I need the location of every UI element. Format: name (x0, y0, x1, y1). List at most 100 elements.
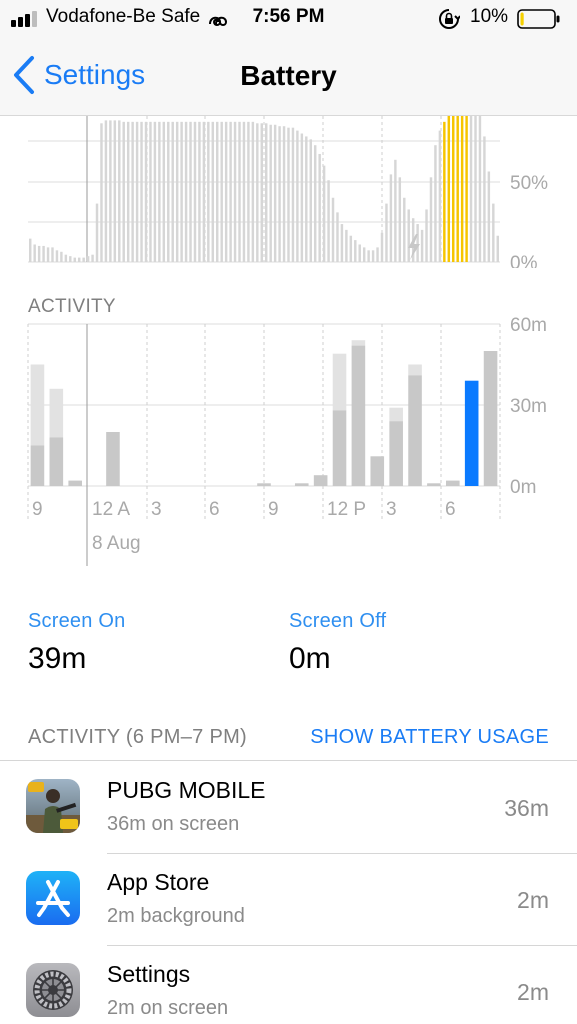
show-battery-usage-button[interactable]: SHOW BATTERY USAGE (310, 726, 549, 749)
battery-level-bar (416, 224, 419, 262)
battery-level-bar (202, 121, 206, 262)
battery-level-bar (305, 136, 308, 262)
app-name: Settings (107, 961, 191, 987)
activity-x-tick-label: 9 (268, 499, 279, 520)
activity-bar-screen-on[interactable] (389, 421, 403, 486)
activity-bar-screen-on[interactable] (408, 375, 422, 486)
battery-level-bar (37, 245, 41, 262)
battery-level-bar (322, 165, 326, 262)
activity-y-tick-label: 0m (510, 477, 536, 498)
battery-level-chart: 50% 0% (28, 116, 548, 268)
settings-gear-icon (26, 963, 80, 1017)
battery-level-bar (478, 116, 482, 262)
battery-level-bar (327, 180, 330, 262)
battery-level-bar (265, 123, 268, 262)
battery-level-bar (198, 121, 201, 262)
battery-level-bar (91, 254, 94, 262)
screen-off-label: Screen Off (289, 610, 387, 632)
app-store-icon (26, 871, 80, 925)
battery-level-bar (73, 257, 76, 262)
screen-on-value: 39m (28, 642, 87, 675)
battery-level-bar (126, 121, 130, 262)
battery-level-bar (153, 121, 157, 262)
battery-level-bar (483, 136, 486, 262)
battery-level-bar (33, 244, 36, 262)
activity-bar-screen-on[interactable] (483, 351, 498, 486)
battery-level-bar (496, 235, 499, 262)
activity-bar-screen-on[interactable] (294, 483, 309, 486)
screen-on-label: Screen On (28, 610, 126, 632)
battery-level-bar (443, 121, 446, 262)
battery-level-bar (354, 240, 357, 262)
activity-bar-screen-on[interactable] (30, 445, 45, 487)
battery-level-bar (362, 247, 366, 262)
battery-level-bar (189, 121, 192, 262)
battery-level-bar (216, 121, 219, 262)
battery-level-bar (131, 121, 134, 262)
activity-bar-screen-on[interactable] (446, 480, 460, 486)
activity-bar-screen-off (49, 388, 64, 438)
battery-level-bar (51, 247, 54, 262)
battery-level-bar (358, 244, 361, 262)
activity-date-label: 8 Aug (92, 533, 141, 554)
battery-level-bar (420, 229, 424, 262)
app-row-pubg-mobile[interactable]: PUBG MOBILE 36m on screen 36m (0, 761, 577, 853)
battery-level-bar (429, 177, 433, 262)
battery-icon (517, 9, 560, 29)
battery-level-bar (487, 171, 491, 262)
battery-level-bar (193, 121, 197, 262)
activity-list-header: ACTIVITY (6 PM–7 PM) SHOW BATTERY USAGE (0, 724, 577, 760)
activity-bar-screen-on[interactable] (313, 475, 328, 486)
battery-level-bar (184, 121, 188, 262)
pubg-mobile-icon (26, 779, 80, 833)
battery-level-bar (380, 232, 384, 262)
battery-level-bar (144, 121, 148, 262)
battery-level-bar (220, 121, 223, 262)
battery-level-bar (242, 121, 246, 262)
activity-bar-screen-off (408, 364, 422, 376)
battery-level-bar (456, 116, 459, 262)
battery-level-bar (171, 121, 174, 262)
battery-level-bar (331, 197, 335, 262)
battery-level-bar (345, 229, 348, 262)
battery-level-bar (340, 224, 344, 262)
battery-level-bar (278, 126, 281, 262)
activity-x-tick-label: 6 (209, 499, 220, 520)
battery-level-bar (238, 121, 241, 262)
app-row-settings[interactable]: Settings 2m on screen 2m (0, 945, 577, 1024)
battery-level-bar (452, 116, 455, 262)
battery-level-bar (291, 127, 295, 263)
battery-level-bar (60, 251, 63, 262)
activity-bar-screen-on[interactable] (427, 483, 441, 486)
activity-bar-screen-off (389, 407, 403, 422)
activity-bar-screen-on[interactable] (370, 456, 385, 486)
activity-bar-screen-on[interactable] (106, 432, 120, 486)
activity-bar-screen-on[interactable] (49, 437, 64, 486)
battery-level-bar (367, 250, 370, 262)
activity-bar-screen-on[interactable] (257, 483, 271, 486)
activity-x-tick-label: 9 (32, 499, 43, 520)
app-usage-detail: 36m on screen (107, 813, 240, 835)
battery-level-bar (371, 250, 375, 262)
app-usage-time: 36m (504, 795, 549, 821)
battery-level-bar (104, 120, 108, 262)
battery-level-bar (229, 121, 232, 262)
battery-level-bar (162, 121, 166, 262)
activity-bar-screen-on[interactable] (332, 410, 347, 486)
battery-level-bar (394, 159, 397, 262)
battery-level-bar (296, 130, 299, 262)
battery-level-bar (64, 254, 68, 262)
activity-bar-screen-on[interactable] (351, 345, 366, 486)
battery-level-bar (469, 116, 473, 262)
battery-level-bar (95, 203, 99, 262)
battery-level-bar (42, 245, 45, 262)
activity-x-tick-label: 6 (445, 499, 456, 520)
activity-bar-screen-on[interactable] (68, 480, 82, 486)
activity-bar-selected[interactable] (464, 380, 479, 486)
app-row-app-store[interactable]: App Store 2m background 2m (0, 853, 577, 945)
battery-level-bar (55, 250, 59, 262)
battery-level-bar (474, 116, 477, 262)
activity-bar-screen-off (351, 340, 366, 346)
battery-level-bar (29, 238, 32, 262)
app-usage-time: 2m (517, 979, 549, 1005)
